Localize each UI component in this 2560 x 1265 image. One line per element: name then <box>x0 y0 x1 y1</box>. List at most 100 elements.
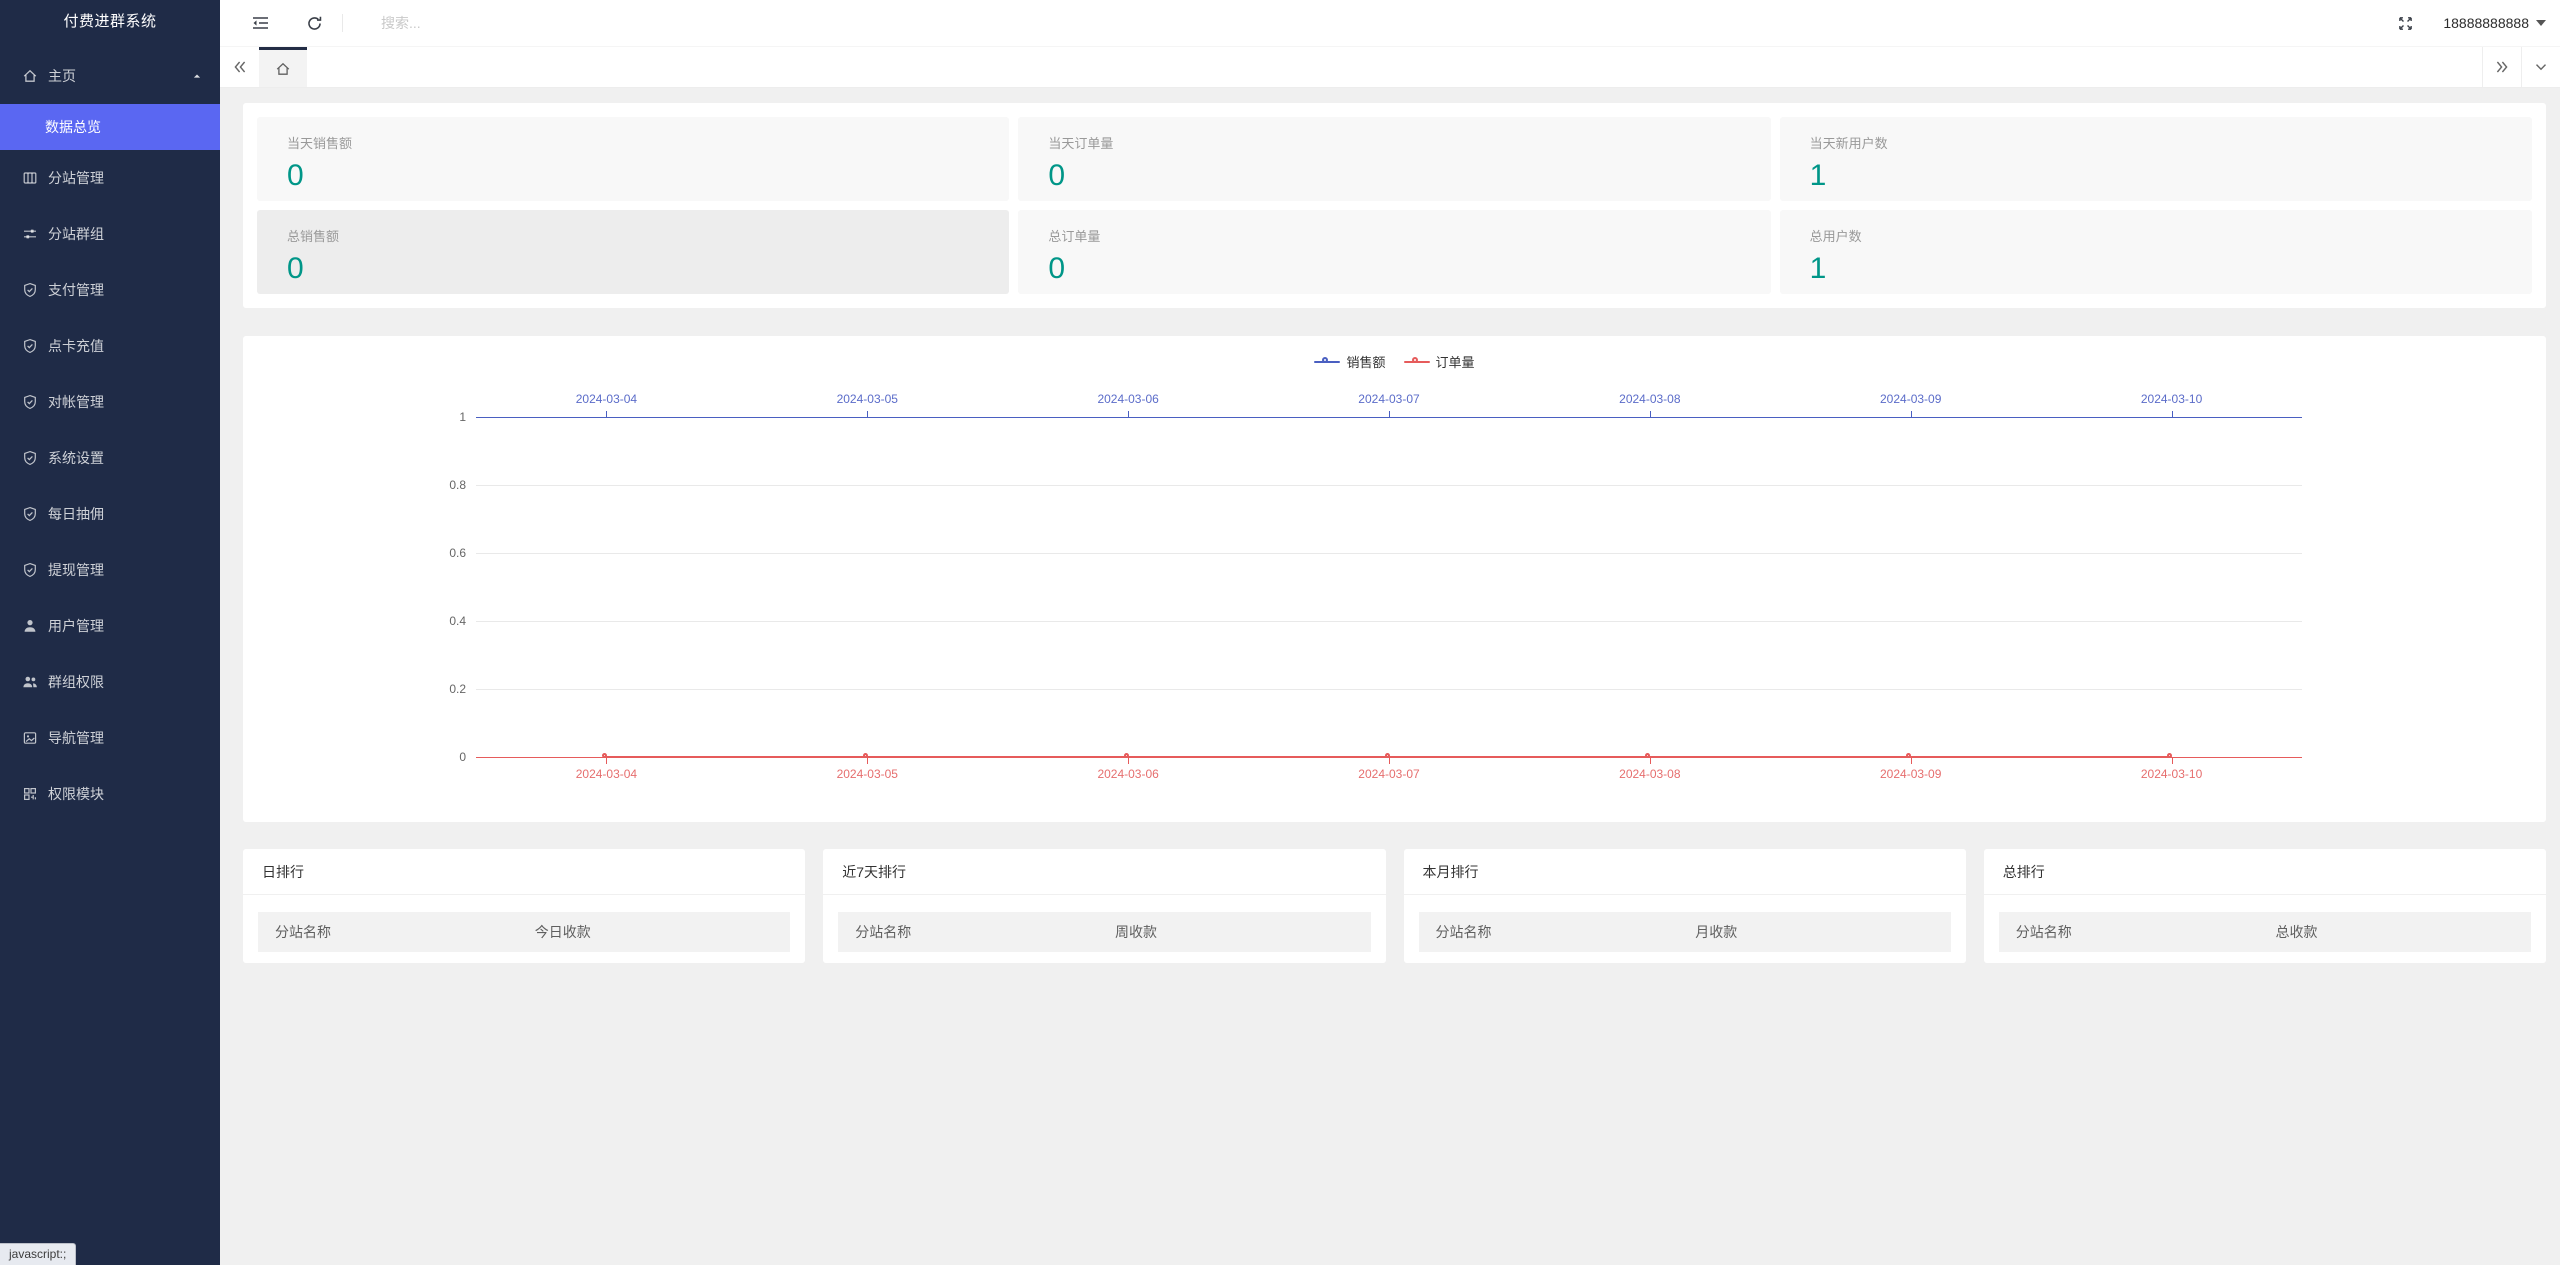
sidebar-item-label: 权限模块 <box>48 786 104 802</box>
stat-card: 总订单量 0 <box>1018 210 1771 294</box>
app-title: 付费进群系统 <box>63 13 157 30</box>
menu-fold-icon <box>251 15 270 31</box>
stat-card: 总用户数 1 <box>1779 210 2532 294</box>
sales-orders-chart: 销售额 订单量 0 0.2 0.4 0.6 0.8 1 2024-03-04 2024-03-0… <box>243 336 2546 822</box>
x-axis-tick-top <box>606 411 608 417</box>
x-axis-label-bottom: 2024-03-07 <box>1358 767 1420 781</box>
data-point-dot <box>2167 752 2173 758</box>
sidebar-menu: 主页数据总览分站管理分站群组 支付管理点卡充值对帐管理 系统设置 每日抽佣提现管理用户… <box>0 44 220 822</box>
sidebar-item-label: 用户管理 <box>48 618 104 634</box>
x-axis-tick-bottom <box>1649 758 1651 764</box>
users-icon <box>22 674 38 690</box>
stats-panel: 当天销售额 0 当天订单量 0 当天新用户数 1 总销售额 0 总订单量 0 总用户数 1 <box>243 103 2546 308</box>
y-axis-label: 0 <box>459 750 466 764</box>
x-axis-tick-top <box>1649 411 1651 417</box>
album-icon <box>22 730 38 746</box>
refresh-button[interactable] <box>296 5 332 41</box>
tabs-scroll-left-button[interactable] <box>220 47 259 87</box>
ranking-table-header: 分站名称 今日收款 <box>258 912 791 952</box>
x-axis-tick-top <box>1389 411 1390 417</box>
user-icon <box>22 618 38 634</box>
stat-value: 0 <box>287 252 304 285</box>
sidebar-item-group-permissions[interactable]: 群组权限 <box>0 654 220 710</box>
stat-card: 当天订单量 0 <box>1018 117 1771 201</box>
y-axis-label: 0.8 <box>449 478 466 492</box>
legend-item-销售额[interactable]: 销售额 <box>1310 352 1389 371</box>
x-axis-tick-top <box>1128 411 1130 417</box>
tabs-scroll-right-button[interactable] <box>2482 47 2521 87</box>
legend-item-订单量[interactable]: 订单量 <box>1400 352 1479 371</box>
search-input[interactable] <box>379 14 2388 32</box>
ranking-card-daily: 日排行分站名称 今日收款 <box>243 849 806 963</box>
ranking-title: 近7天排行 <box>823 849 1386 895</box>
sidebar-item-substation-groups[interactable]: 分站群组 <box>0 206 220 262</box>
y-axis-label: 0.4 <box>449 614 466 628</box>
sidebar-item-daily-commission[interactable]: 每日抽佣 <box>0 486 220 542</box>
tabs-menu-button[interactable] <box>2521 47 2560 87</box>
shield-check-icon <box>22 394 38 410</box>
sidebar-item-payment-management[interactable]: 支付管理 <box>0 262 220 318</box>
data-point-dot <box>862 752 868 758</box>
data-point-dot <box>1906 752 1912 758</box>
stat-value: 0 <box>1048 159 1066 192</box>
caret-down-icon <box>2536 20 2546 26</box>
x-axis-tick-top <box>1910 411 1912 417</box>
sidebar-item-system-settings[interactable]: 系统设置 <box>0 430 220 486</box>
sidebar: 付费进群系统 主页数据总览分站管理分站群组 支付管理点卡充值对帐管理 系统设置 每日抽… <box>0 0 220 1265</box>
column-header-amount: 月收款 <box>1695 924 1738 940</box>
shield-check-icon <box>22 282 38 298</box>
x-axis-tick-top <box>867 411 869 417</box>
user-menu[interactable]: 18888888888 <box>2443 15 2546 31</box>
home-icon <box>22 68 38 84</box>
x-axis-tick-bottom <box>1910 758 1912 764</box>
sidebar-item-reconciliation-management[interactable]: 对帐管理 <box>0 374 220 430</box>
x-axis-label-top: 2024-03-08 <box>1619 392 1681 406</box>
sidebar-item-navigation-management[interactable]: 导航管理 <box>0 710 220 766</box>
x-axis-label-top: 2024-03-06 <box>1097 392 1159 406</box>
tab-home[interactable] <box>259 47 307 87</box>
column-header-amount: 总收款 <box>2275 924 2318 940</box>
sidebar-item-user-management[interactable]: 用户管理 <box>0 598 220 654</box>
sidebar-item-data-overview[interactable]: 数据总览 <box>0 104 220 150</box>
ranking-title: 总排行 <box>1983 849 2546 895</box>
columns-icon <box>22 170 38 186</box>
x-axis-tick-top <box>2171 411 2173 417</box>
x-axis-tick-bottom <box>1128 758 1130 764</box>
sidebar-item-label: 主页 <box>48 68 76 84</box>
fullscreen-button[interactable] <box>2387 5 2423 41</box>
x-axis-label-bottom: 2024-03-04 <box>575 767 638 781</box>
fullscreen-icon <box>2397 15 2414 32</box>
sidebar-item-card-recharge[interactable]: 点卡充值 <box>0 318 220 374</box>
stat-label: 当天订单量 <box>1048 136 1114 151</box>
divider <box>342 14 343 32</box>
sidebar-item-permission-module[interactable]: 权限模块 <box>0 766 220 822</box>
legend-label: 订单量 <box>1435 355 1475 370</box>
y-axis-label: 1 <box>459 410 466 424</box>
column-header-site-name: 分站名称 <box>2015 924 2072 940</box>
sidebar-item-label: 数据总览 <box>45 119 101 135</box>
ranking-title: 日排行 <box>243 849 806 895</box>
sidebar-item-label: 分站管理 <box>48 170 104 186</box>
sidebar-item-substation-management[interactable]: 分站管理 <box>0 150 220 206</box>
x-axis-label-bottom: 2024-03-06 <box>1097 767 1159 781</box>
chevron-down-icon <box>2533 59 2549 75</box>
x-axis-label-bottom: 2024-03-10 <box>2140 767 2203 781</box>
menu-fold-button[interactable] <box>242 5 278 41</box>
ranking-table-header: 分站名称 周收款 <box>838 912 1371 952</box>
ranking-table-header: 分站名称 月收款 <box>1418 912 1951 952</box>
sidebar-item-withdrawal-management[interactable]: 提现管理 <box>0 542 220 598</box>
x-axis-label-top: 2024-03-05 <box>836 392 898 406</box>
x-axis-tick-bottom <box>867 758 869 764</box>
x-axis-label-top: 2024-03-04 <box>575 392 638 406</box>
sidebar-item-label: 点卡充值 <box>48 338 104 354</box>
x-axis-label-top: 2024-03-10 <box>2140 392 2203 406</box>
x-axis-tick-bottom <box>2171 758 2173 764</box>
stat-label: 当天销售额 <box>287 136 353 151</box>
sidebar-item-home[interactable]: 主页 <box>0 48 220 104</box>
sidebar-item-label: 提现管理 <box>48 562 104 578</box>
grid-line <box>476 621 2302 622</box>
ranking-table-header: 分站名称 总收款 <box>1998 912 2531 952</box>
column-header-amount: 周收款 <box>1115 924 1158 940</box>
x-axis-tick-bottom <box>1389 758 1390 764</box>
stat-card: 当天新用户数 1 <box>1779 117 2532 201</box>
